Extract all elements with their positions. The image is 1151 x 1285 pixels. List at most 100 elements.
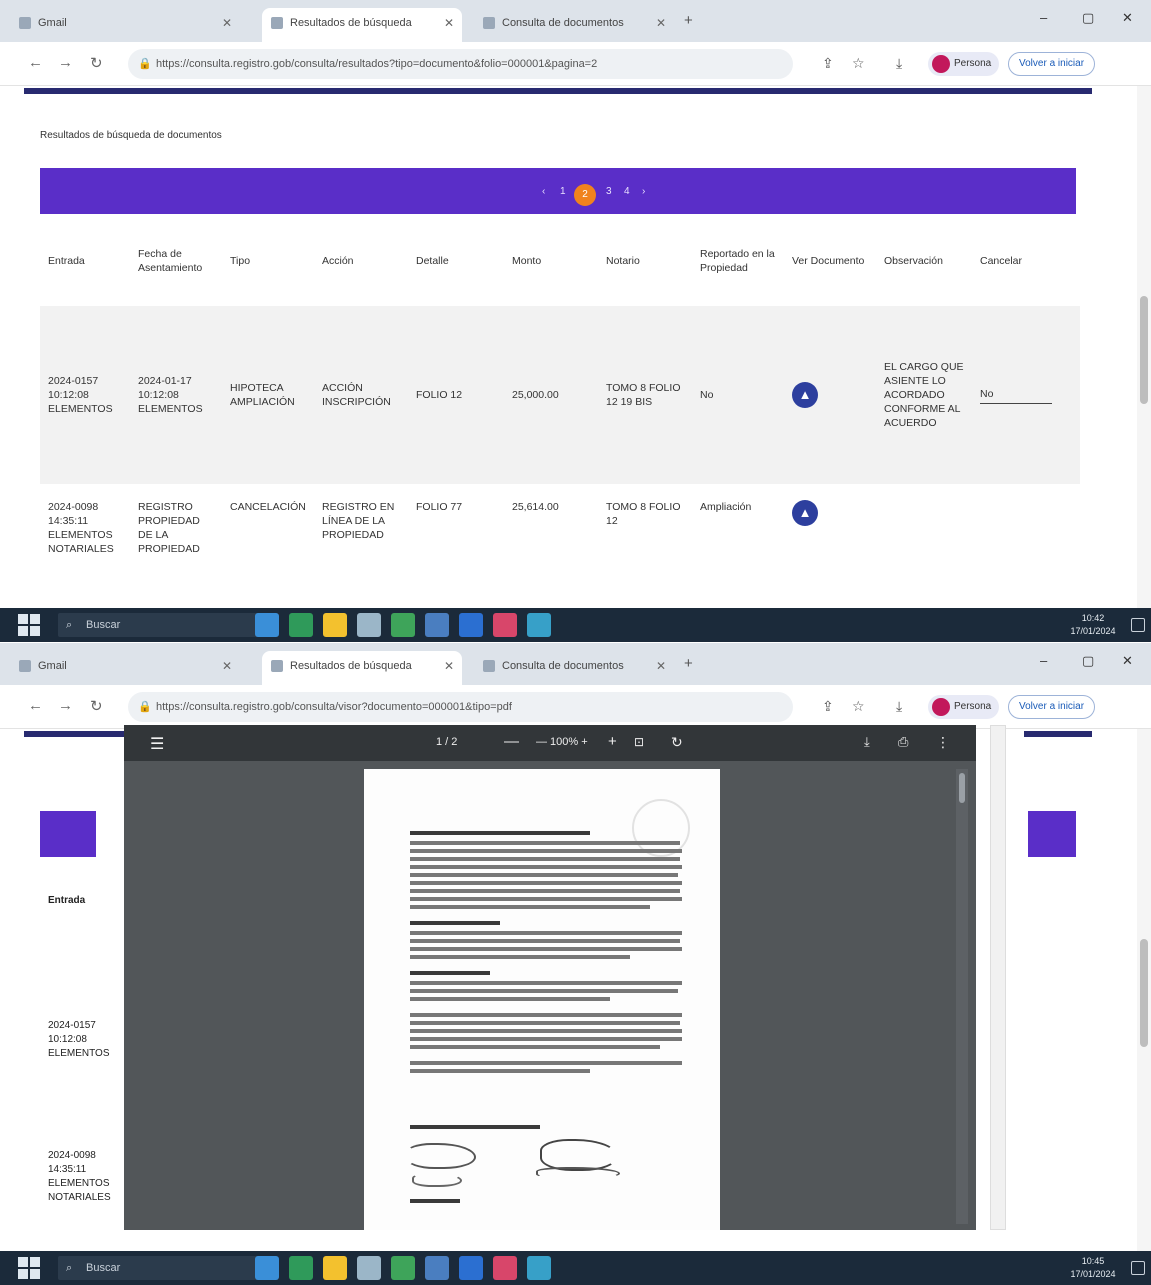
reload-button[interactable]: ↻ <box>90 697 103 715</box>
page-scrollbar[interactable] <box>1137 86 1151 608</box>
close-icon[interactable]: ✕ <box>656 651 666 681</box>
reload-button[interactable]: ↻ <box>90 54 103 72</box>
print-icon[interactable]: ⎙ <box>898 734 908 750</box>
notification-icon[interactable] <box>1131 618 1145 632</box>
tab-gmail[interactable]: Gmail ✕ <box>10 651 240 685</box>
app-icon[interactable] <box>527 613 551 637</box>
clock[interactable]: 10:45 17/01/2024 <box>1063 1255 1123 1281</box>
maximize-button[interactable]: ▢ <box>1082 653 1094 669</box>
app-icon[interactable] <box>323 1256 347 1280</box>
app-icon[interactable] <box>425 613 449 637</box>
search-placeholder: Buscar <box>86 1262 121 1274</box>
share-icon[interactable]: ⇪ <box>822 55 834 72</box>
download-icon[interactable]: ⤓ <box>896 698 902 715</box>
app-icon[interactable] <box>289 1256 313 1280</box>
zoom-in-button[interactable]: + <box>608 733 617 750</box>
pager-next[interactable]: › <box>642 186 645 197</box>
profile-chip[interactable]: Persona <box>928 52 1000 76</box>
close-window-button[interactable]: ✕ <box>1122 653 1133 669</box>
document-text-line <box>410 1029 682 1033</box>
document-text-line <box>410 1045 660 1049</box>
app-icon[interactable] <box>527 1256 551 1280</box>
maximize-button[interactable]: ▢ <box>1082 10 1094 26</box>
download-icon[interactable]: ⤓ <box>864 734 870 750</box>
new-tab-button[interactable]: + <box>684 12 693 29</box>
relaunch-button[interactable]: Volver a iniciar <box>1008 52 1096 76</box>
pager-page-1[interactable]: 1 <box>560 186 566 197</box>
address-bar[interactable]: 🔒 https://consulta.registro.gob/consulta… <box>128 49 793 79</box>
pdf-scrollbar[interactable] <box>956 769 968 1224</box>
app-icon[interactable] <box>391 613 415 637</box>
tab-results[interactable]: Resultados de búsqueda ✕ <box>262 8 462 42</box>
close-icon[interactable]: ✕ <box>444 8 454 38</box>
forward-button[interactable]: → <box>58 697 73 714</box>
app-icon[interactable] <box>289 613 313 637</box>
app-icon[interactable] <box>323 613 347 637</box>
address-bar[interactable]: 🔒 https://consulta.registro.gob/consulta… <box>128 692 793 722</box>
page-scrollbar[interactable] <box>1137 729 1151 1251</box>
download-icon[interactable]: ⤓ <box>896 55 902 72</box>
cell-monto: 25,000.00 <box>504 306 598 484</box>
tab-documents[interactable]: Consulta de documentos ✕ <box>474 651 674 685</box>
minimize-button[interactable]: – <box>1040 653 1047 668</box>
app-icon[interactable] <box>493 613 517 637</box>
scrollbar-thumb[interactable] <box>959 773 965 803</box>
relaunch-button[interactable]: Volver a iniciar <box>1008 695 1096 719</box>
close-window-button[interactable]: ✕ <box>1122 10 1133 26</box>
viewer-outer-scrollbar[interactable] <box>990 725 1006 1230</box>
pager-prev[interactable]: ‹ <box>542 186 545 197</box>
document-text-line <box>410 971 490 975</box>
menu-icon[interactable]: ☰ <box>150 734 164 754</box>
app-icon[interactable] <box>255 613 279 637</box>
profile-chip[interactable]: Persona <box>928 695 1000 719</box>
scrollbar-thumb[interactable] <box>1140 939 1148 1047</box>
close-icon[interactable]: ✕ <box>444 651 454 681</box>
star-icon[interactable]: ☆ <box>852 698 865 715</box>
taskbar: ⌕ Buscar 10:45 17/01/2024 <box>0 1251 1151 1285</box>
app-icon[interactable] <box>391 1256 415 1280</box>
pager-current[interactable]: 2 <box>574 184 596 206</box>
star-icon[interactable]: ☆ <box>852 55 865 72</box>
share-icon[interactable]: ⇪ <box>822 698 834 715</box>
close-icon[interactable]: ✕ <box>656 8 666 38</box>
view-document-icon[interactable]: ▲ <box>792 382 818 408</box>
windows-start-icon[interactable] <box>18 614 40 636</box>
notification-icon[interactable] <box>1131 1261 1145 1275</box>
tab-results[interactable]: Resultados de búsqueda ✕ <box>262 651 462 685</box>
rotate-icon[interactable]: ↻ <box>671 734 683 751</box>
app-icon[interactable] <box>357 613 381 637</box>
app-icon[interactable] <box>459 613 483 637</box>
app-icon[interactable] <box>459 1256 483 1280</box>
scrollbar-thumb[interactable] <box>1140 296 1148 404</box>
app-icon[interactable] <box>357 1256 381 1280</box>
tab-label: Resultados de búsqueda <box>290 17 412 29</box>
back-button[interactable]: ← <box>28 697 43 714</box>
pager-page-4[interactable]: 4 <box>624 186 630 197</box>
zoom-level[interactable]: — 100% + <box>536 736 588 748</box>
pdf-page-indicator[interactable]: 1 / 2 <box>436 736 457 748</box>
tab-documents[interactable]: Consulta de documentos ✕ <box>474 8 674 42</box>
back-button[interactable]: ← <box>28 54 43 71</box>
app-icon[interactable] <box>493 1256 517 1280</box>
minimize-button[interactable]: – <box>1040 10 1047 25</box>
fit-page-icon[interactable]: ⊡ <box>634 735 644 749</box>
view-document-icon[interactable]: ▲ <box>792 500 818 526</box>
tab-gmail[interactable]: Gmail ✕ <box>10 8 240 42</box>
pager-page-3[interactable]: 3 <box>606 186 612 197</box>
taskbar-search[interactable]: ⌕ Buscar <box>58 1256 268 1280</box>
cancel-select[interactable]: No <box>980 387 1052 404</box>
windows-start-icon[interactable] <box>18 1257 40 1279</box>
new-tab-button[interactable]: + <box>684 655 693 672</box>
app-icon[interactable] <box>255 1256 279 1280</box>
forward-button[interactable]: → <box>58 54 73 71</box>
close-icon[interactable]: ✕ <box>222 651 232 681</box>
taskbar-search[interactable]: ⌕ Buscar <box>58 613 268 637</box>
close-icon[interactable]: ✕ <box>222 8 232 38</box>
pager: ‹ 1 2 3 4 › <box>512 184 692 206</box>
zoom-out-button[interactable]: — <box>504 733 519 750</box>
search-icon: ⌕ <box>66 619 73 631</box>
app-icon[interactable] <box>425 1256 449 1280</box>
clock[interactable]: 10:42 17/01/2024 <box>1063 612 1123 638</box>
document-text-line <box>410 939 680 943</box>
more-options-icon[interactable]: ⋮ <box>936 734 950 751</box>
